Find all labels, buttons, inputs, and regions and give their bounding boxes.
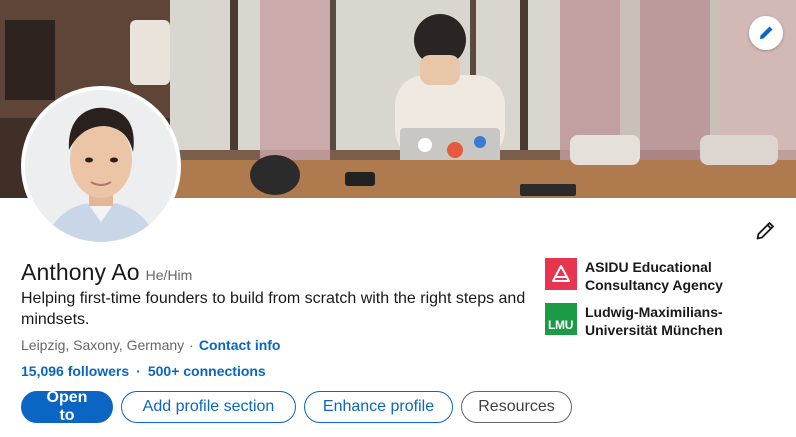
organization-item[interactable]: LMU Ludwig-Maximilians-Universität Münch… (545, 303, 765, 339)
open-to-button[interactable]: Open to (21, 389, 113, 424)
pencil-icon (756, 222, 774, 240)
network-separator: · (136, 363, 141, 379)
network-row: 15,096 followers · 500+ connections (21, 363, 266, 379)
organization-name: Ludwig-Maximilians-Universität München (585, 304, 723, 338)
name-row: Anthony Ao He/Him (21, 259, 192, 286)
pronouns: He/Him (145, 267, 193, 283)
followers-link[interactable]: 15,096 followers (21, 363, 129, 379)
avatar-photo (25, 90, 177, 242)
organization-name: ASIDU Educational Consultancy Agency (585, 259, 723, 293)
location-separator: · (189, 337, 194, 353)
add-profile-section-button[interactable]: Add profile section (121, 391, 296, 423)
lmu-logo-text: LMU (548, 318, 574, 332)
asidu-logo-icon (545, 258, 577, 290)
lmu-logo-icon: LMU (545, 303, 577, 335)
edit-cover-button[interactable] (749, 16, 783, 50)
connections-link[interactable]: 500+ connections (148, 363, 266, 379)
avatar[interactable] (21, 86, 181, 246)
organization-item[interactable]: ASIDU Educational Consultancy Agency (545, 258, 765, 294)
organizations-list: ASIDU Educational Consultancy Agency LMU… (545, 258, 765, 348)
asidu-logo-mark (552, 265, 570, 282)
resources-button[interactable]: Resources (461, 391, 572, 423)
profile-name: Anthony Ao (21, 259, 140, 285)
enhance-profile-button[interactable]: Enhance profile (304, 391, 453, 423)
location-row: Leipzig, Saxony, Germany · Contact info (21, 337, 280, 353)
edit-intro-button[interactable] (752, 218, 778, 244)
profile-headline: Helping first-time founders to build fro… (21, 290, 526, 328)
location-text: Leipzig, Saxony, Germany (21, 337, 185, 353)
contact-info-link[interactable]: Contact info (199, 337, 281, 353)
profile-actions: Open to Add profile section Enhance prof… (21, 389, 572, 424)
pencil-icon (760, 26, 773, 39)
